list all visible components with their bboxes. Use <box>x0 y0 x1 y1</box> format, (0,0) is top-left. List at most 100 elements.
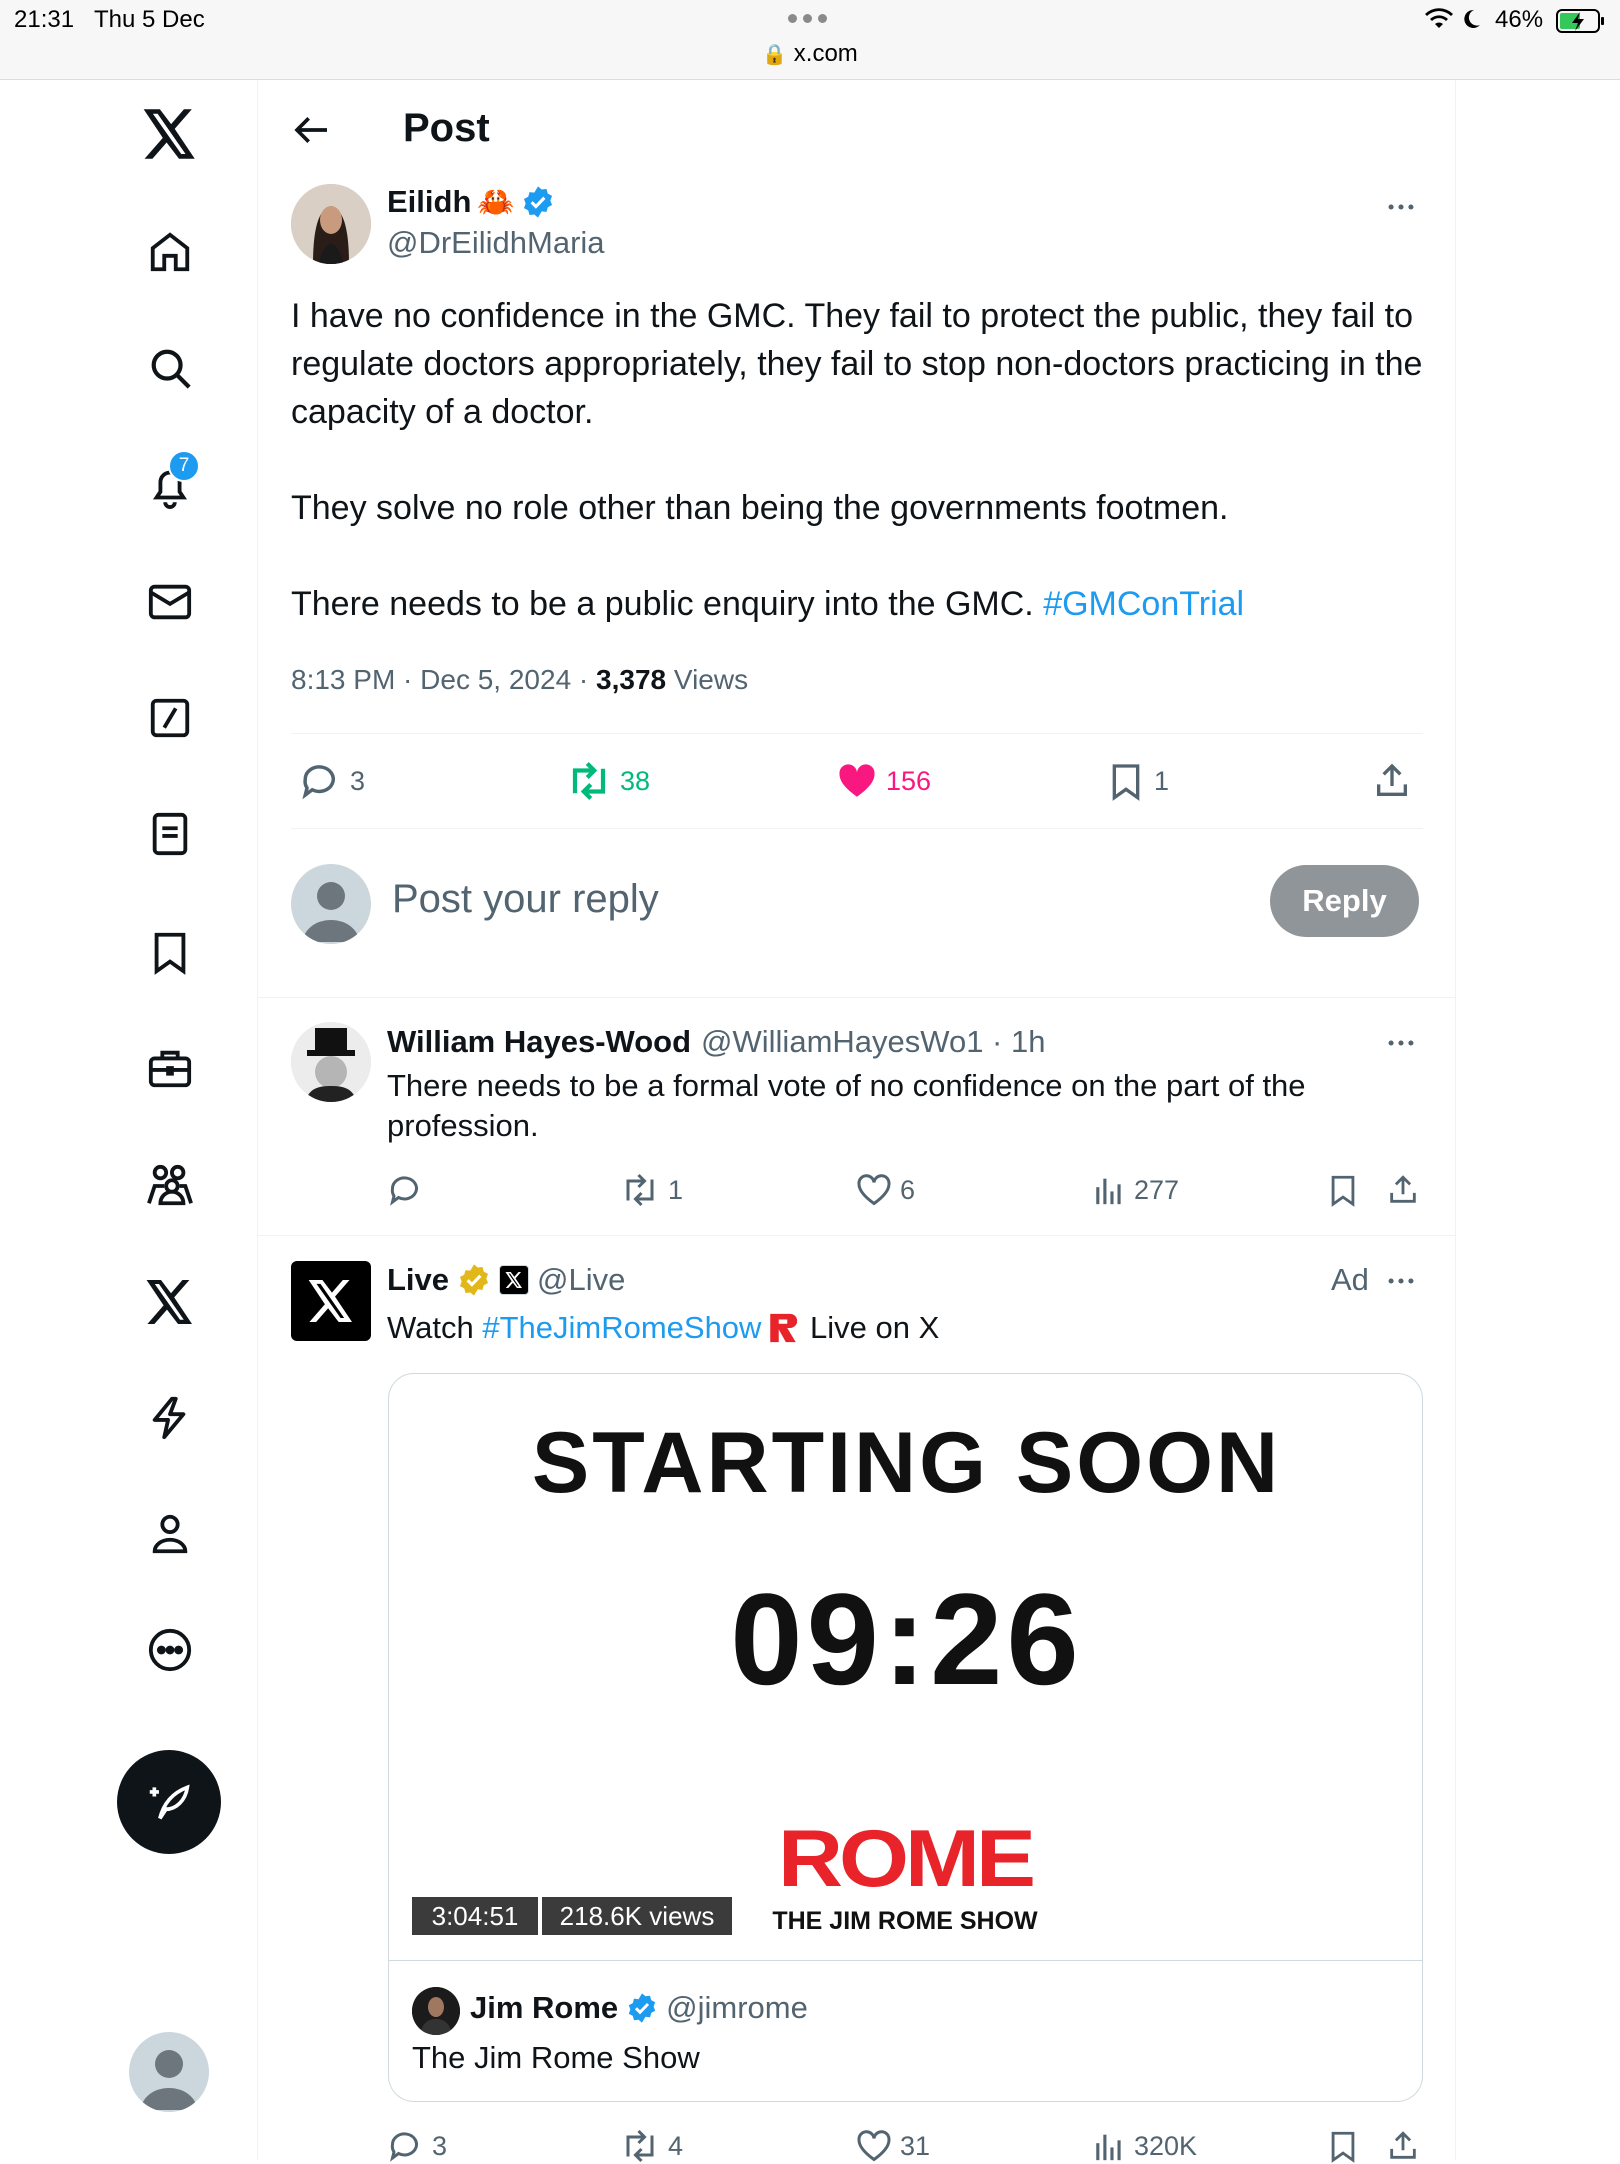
heart-icon <box>857 2130 891 2162</box>
profile-icon[interactable] <box>140 1504 200 1564</box>
repost-action[interactable]: 4 <box>620 2128 683 2164</box>
divider <box>291 733 1423 734</box>
quote-author-avatar <box>412 1987 460 2035</box>
views-action[interactable]: 277 <box>1092 1172 1179 1208</box>
bookmark-count: 1 <box>1154 765 1170 796</box>
tweet-text: I have no confidence in the GMC. They fa… <box>291 292 1426 628</box>
analytics-icon <box>1096 2134 1121 2161</box>
bookmark-icon[interactable] <box>1326 1172 1360 1208</box>
reply-button[interactable]: Reply <box>1270 865 1419 937</box>
moon-icon <box>1460 8 1482 30</box>
bookmark-icon[interactable] <box>140 922 200 982</box>
battery-icon <box>1556 8 1606 34</box>
column-divider <box>1455 80 1456 2160</box>
mail-icon[interactable] <box>140 572 200 632</box>
divider <box>291 828 1423 829</box>
ad-hashtag-link[interactable]: #TheJimRomeShow <box>482 1310 761 1346</box>
quote-author-handle: @jimrome <box>666 1990 808 2025</box>
verified-orgs-icon[interactable] <box>140 1388 200 1448</box>
repost-icon <box>626 2129 654 2163</box>
lists-icon[interactable] <box>140 804 200 864</box>
heart-icon <box>857 1174 891 1206</box>
quote-author-name: Jim Rome <box>470 1990 619 2025</box>
repost-icon <box>572 762 606 800</box>
author-name-row: Eilidh 🦀 <box>387 184 555 220</box>
author-avatar[interactable] <box>291 184 371 264</box>
video-player[interactable]: STARTING SOON 09:26 ROME THE JIM ROME SH… <box>388 1373 1423 1961</box>
compose-post-button[interactable] <box>117 1750 221 1854</box>
author-handle[interactable]: @DrEilidhMaria <box>387 225 605 261</box>
tweet-meta: 8:13 PM · Dec 5, 2024 · 3,378 Views <box>291 664 748 696</box>
reply-icon <box>390 1176 418 1206</box>
more-options-icon[interactable] <box>1384 1264 1418 1298</box>
reply-author-avatar[interactable] <box>291 1022 371 1102</box>
grok-icon[interactable] <box>140 688 200 748</box>
account-avatar[interactable] <box>129 2032 209 2112</box>
like-action[interactable]: 156 <box>836 760 931 802</box>
x-premium-icon[interactable] <box>140 1272 200 1332</box>
share-icon[interactable] <box>1372 760 1412 802</box>
verified-badge-icon <box>626 1992 658 2024</box>
repost-count: 4 <box>668 2130 684 2161</box>
tweet-timestamp[interactable]: 8:13 PM · Dec 5, 2024 · <box>291 664 596 695</box>
address-bar[interactable]: 🔒 x.com <box>0 40 1620 68</box>
ad-header: Live @Live <box>387 1262 625 1298</box>
gold-verified-badge-icon <box>457 1263 491 1297</box>
search-icon[interactable] <box>140 338 200 398</box>
status-date: Thu 5 Dec <box>94 6 205 33</box>
rome-brand: ROME <box>778 1814 1036 1904</box>
reply-header: William Hayes-Wood @WilliamHayesWo1 · 1h <box>387 1024 1045 1060</box>
ad-text-suffix: Live on X <box>801 1310 940 1345</box>
views-label: Views <box>666 664 749 695</box>
live-avatar[interactable] <box>291 1261 371 1341</box>
bookmark-icon[interactable] <box>1326 2128 1360 2164</box>
more-icon[interactable] <box>140 1620 200 1680</box>
tweet-body: I have no confidence in the GMC. They fa… <box>291 297 1423 623</box>
back-arrow-icon[interactable] <box>292 110 332 150</box>
repost-action[interactable]: 1 <box>620 1172 683 1208</box>
notification-badge: 7 <box>168 450 200 482</box>
status-bar: 21:31 Thu 5 Dec 🔒 x.com 46% <box>0 0 1620 80</box>
more-options-icon[interactable] <box>1384 1026 1418 1060</box>
quoted-card[interactable] <box>388 1960 1423 2102</box>
views-action[interactable]: 320K <box>1092 2128 1197 2164</box>
reply-input[interactable]: Post your reply <box>392 877 659 922</box>
repost-count: 1 <box>668 1174 684 1205</box>
reply-action[interactable]: 3 <box>388 2128 447 2164</box>
multitask-dots[interactable] <box>788 14 827 23</box>
share-icon[interactable] <box>1386 1172 1420 1208</box>
address-url: x.com <box>793 40 858 67</box>
quote-text: The Jim Rome Show <box>412 2040 700 2075</box>
reply-count: 3 <box>350 765 366 796</box>
communities-icon[interactable] <box>140 1156 200 1216</box>
reply-icon <box>390 2132 418 2162</box>
wifi-icon <box>1424 8 1454 30</box>
bookmark-action[interactable]: 1 <box>1106 760 1169 802</box>
like-action[interactable]: 6 <box>856 1172 915 1208</box>
reply-action[interactable]: 3 <box>300 760 365 802</box>
ad-author-handle[interactable]: @Live <box>537 1262 625 1298</box>
sidebar-divider <box>257 80 258 2160</box>
divider <box>258 1235 1455 1236</box>
like-action[interactable]: 31 <box>856 2128 930 2164</box>
more-options-icon[interactable] <box>1384 190 1418 224</box>
heart-filled-icon <box>839 764 875 797</box>
reply-author-handle[interactable]: @WilliamHayesWo1 · 1h <box>701 1024 1045 1060</box>
ad-text-prefix: Watch <box>387 1310 483 1345</box>
x-logo-icon[interactable] <box>140 104 200 164</box>
author-name[interactable]: Eilidh <box>387 184 471 220</box>
jobs-icon[interactable] <box>140 1038 200 1098</box>
divider <box>258 997 1455 998</box>
home-icon[interactable] <box>140 222 200 282</box>
like-count: 31 <box>900 2130 931 2161</box>
reply-icon <box>302 765 335 800</box>
reply-action[interactable] <box>388 1172 424 1208</box>
ad-author-name[interactable]: Live <box>387 1262 449 1298</box>
like-count: 156 <box>886 765 932 796</box>
bookmark-icon <box>1112 764 1140 801</box>
views-count: 320K <box>1134 2130 1198 2161</box>
share-icon[interactable] <box>1386 2128 1420 2164</box>
hashtag-link[interactable]: #GMConTrial <box>1043 585 1244 623</box>
reply-author-name[interactable]: William Hayes-Wood <box>387 1024 691 1060</box>
repost-action[interactable]: 38 <box>566 760 650 802</box>
